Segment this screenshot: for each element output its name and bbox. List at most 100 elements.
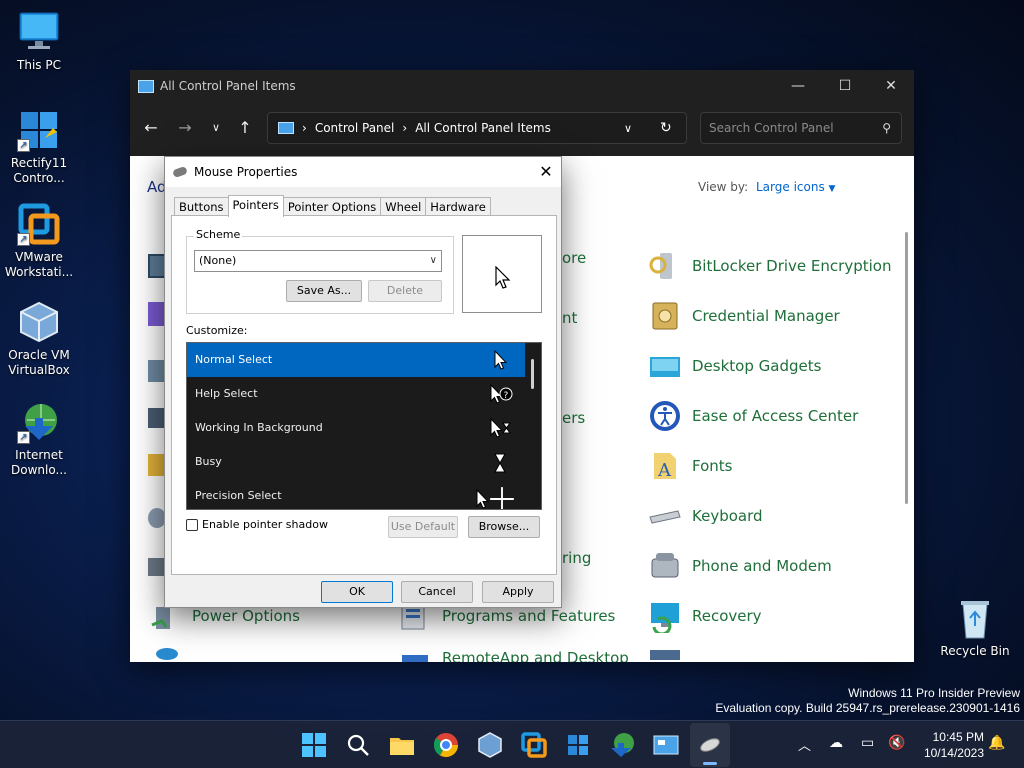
item-icon-bottom-right[interactable]	[650, 650, 680, 660]
content-scrollbar[interactable]	[905, 232, 908, 504]
tab-pointers[interactable]: Pointers	[227, 195, 284, 217]
minimize-button[interactable]: —	[775, 70, 821, 102]
control-panel-icon[interactable]	[650, 729, 682, 761]
item-label: Ease of Access Center	[692, 407, 859, 425]
list-item[interactable]: Normal Select	[187, 343, 541, 377]
item-icon-bottom-left[interactable]	[156, 648, 178, 660]
item-credential-manager[interactable]: Credential Manager	[648, 298, 840, 334]
list-item-label: Busy	[195, 455, 222, 468]
mouse-icon	[172, 165, 188, 179]
svg-text:A: A	[657, 460, 672, 481]
browse-button[interactable]: Browse...	[468, 516, 540, 538]
item-remoteapp[interactable]: RemoteApp and Desktop	[398, 640, 629, 662]
pointer-list[interactable]: Normal Select Help Select ? Working In B…	[186, 342, 542, 510]
vmware-icon: ↗	[17, 202, 61, 246]
item-fonts[interactable]: A Fonts	[648, 448, 732, 484]
refresh-icon[interactable]: ↻	[660, 120, 672, 136]
chevron-up-icon[interactable]: ︿	[798, 735, 811, 754]
list-scrollbar[interactable]	[525, 343, 541, 509]
cancel-button[interactable]: Cancel	[401, 581, 473, 603]
back-button[interactable]: ←	[138, 116, 164, 140]
desktop-icon-label: Rectify11 Contro...	[10, 156, 68, 185]
chrome-icon[interactable]	[430, 729, 462, 761]
shortcut-arrow-icon: ↗	[17, 139, 30, 152]
shortcut-arrow-icon: ↗	[17, 233, 30, 246]
item-label: RemoteApp and Desktop	[442, 649, 629, 662]
vmware-icon[interactable]	[518, 729, 550, 761]
list-item[interactable]: Busy	[187, 445, 541, 479]
help-cursor-icon: ?	[490, 384, 513, 404]
control-panel-titlebar[interactable]: All Control Panel Items — ☐ ✕	[130, 70, 914, 102]
list-item[interactable]: Working In Background	[187, 411, 541, 445]
file-explorer-icon[interactable]	[386, 729, 418, 761]
chevron-down-icon[interactable]: ∨	[624, 122, 632, 135]
internet-download-manager-icon[interactable]	[606, 729, 638, 761]
display-icon[interactable]: ▭	[861, 735, 874, 751]
desktop-icon-internet-download[interactable]: ↗ Internet Downlo...	[1, 400, 77, 478]
enable-shadow-checkbox[interactable]: Enable pointer shadow	[186, 518, 328, 531]
control-panel-icon	[278, 122, 294, 134]
volume-muted-icon[interactable]: 🔇	[888, 735, 905, 751]
forward-button[interactable]: →	[172, 116, 198, 140]
recovery-icon	[651, 603, 679, 633]
close-button[interactable]: ✕	[868, 70, 914, 102]
use-default-button[interactable]: Use Default	[388, 516, 458, 538]
item-desktop-gadgets[interactable]: Desktop Gadgets	[648, 348, 821, 384]
item-phone-and-modem[interactable]: Phone and Modem	[648, 548, 832, 584]
search-icon[interactable]	[342, 729, 374, 761]
virtualbox-icon	[17, 300, 61, 344]
item-bitlocker[interactable]: BitLocker Drive Encryption	[648, 248, 891, 284]
window-title: All Control Panel Items	[160, 79, 296, 93]
save-as-button[interactable]: Save As...	[286, 280, 362, 302]
ok-button[interactable]: OK	[321, 581, 393, 603]
tab-hardware[interactable]: Hardware	[425, 197, 491, 217]
item-partial-label[interactable]: ore	[562, 240, 586, 276]
desktop-icon-virtualbox[interactable]: Oracle VM VirtualBox	[1, 300, 77, 378]
maximize-button[interactable]: ☐	[822, 70, 868, 102]
apply-button[interactable]: Apply	[482, 581, 554, 603]
desktop-icon-vmware[interactable]: ↗ VMware Workstati...	[1, 202, 77, 280]
up-button[interactable]: ↑	[232, 116, 258, 140]
address-bar[interactable]: › Control Panel › All Control Panel Item…	[267, 112, 687, 144]
desktop-icon-this-pc[interactable]: This PC	[1, 10, 77, 73]
scheme-value: (None)	[199, 254, 237, 267]
delete-button[interactable]: Delete	[368, 280, 442, 302]
view-by-label: View by:	[698, 180, 749, 194]
rectify11-icon[interactable]	[562, 729, 594, 761]
desktop-icon-label: Internet Downlo...	[11, 448, 67, 477]
item-label: Programs and Features	[442, 607, 616, 625]
virtualbox-icon[interactable]	[474, 729, 506, 761]
breadcrumb-control-panel[interactable]: Control Panel	[315, 121, 395, 135]
customize-label: Customize:	[186, 324, 248, 337]
scheme-select[interactable]: (None) ∨	[194, 250, 442, 272]
desktop-icon-recycle-bin[interactable]: Recycle Bin	[937, 596, 1013, 659]
view-by-dropdown[interactable]: Large icons ▼	[756, 180, 835, 194]
item-keyboard[interactable]: Keyboard	[648, 498, 763, 534]
item-ease-of-access[interactable]: Ease of Access Center	[648, 398, 858, 434]
breadcrumb-all-items[interactable]: All Control Panel Items	[415, 121, 551, 135]
notification-bell-icon[interactable]: 🔔	[988, 735, 1005, 751]
item-label: Keyboard	[692, 507, 763, 525]
search-input[interactable]: Search Control Panel ⚲	[700, 112, 902, 144]
item-label: Fonts	[692, 457, 733, 475]
list-item[interactable]: Help Select ?	[187, 377, 541, 411]
arrow-cursor-icon	[495, 266, 511, 289]
start-button[interactable]	[298, 729, 330, 761]
checkbox-box[interactable]	[186, 518, 198, 531]
item-partial-label[interactable]: ers	[562, 400, 585, 436]
recent-locations-button[interactable]: ∨	[203, 116, 229, 140]
desktop-icon-rectify11[interactable]: ↗ Rectify11 Contro...	[1, 108, 77, 186]
system-clock[interactable]: 10:45 PM 10/14/2023	[924, 729, 984, 761]
item-recovery[interactable]: Recovery	[648, 598, 762, 634]
svg-text:?: ?	[504, 391, 509, 401]
dialog-close-button[interactable]: ✕	[531, 157, 561, 187]
fonts-icon: A	[654, 453, 676, 481]
taskbar-active-app[interactable]	[690, 723, 730, 767]
item-partial-label[interactable]: nt	[562, 300, 577, 336]
item-partial-label[interactable]: ring	[562, 540, 591, 576]
onedrive-icon[interactable]: ☁	[829, 735, 843, 751]
tab-buttons[interactable]: Buttons	[174, 197, 229, 217]
tab-pointer-options[interactable]: Pointer Options	[282, 197, 382, 217]
dialog-titlebar[interactable]: Mouse Properties	[165, 157, 561, 187]
tab-wheel[interactable]: Wheel	[380, 197, 427, 217]
